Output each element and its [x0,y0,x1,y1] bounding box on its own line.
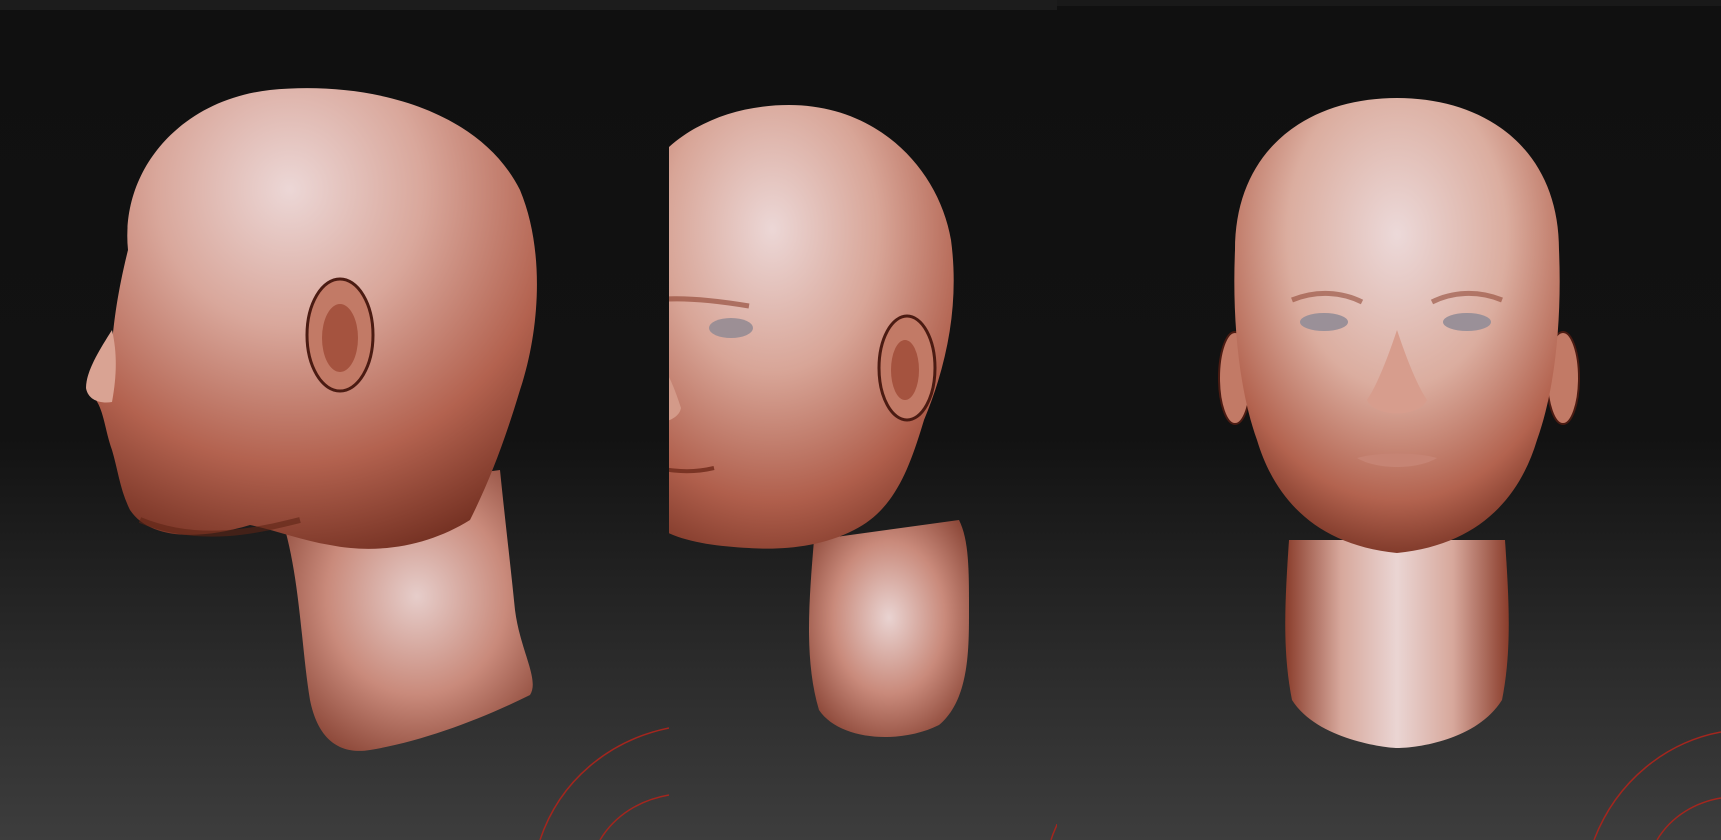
viewport-side [0,0,669,840]
sculpt-canvas [0,0,1721,840]
viewport-front [1057,0,1721,840]
rotation-gizmo-arc [1593,731,1721,840]
rotation-gizmo-arc [539,727,669,840]
viewport-three-quarter [669,0,1057,840]
rotation-gizmo-arc [1050,823,1057,840]
